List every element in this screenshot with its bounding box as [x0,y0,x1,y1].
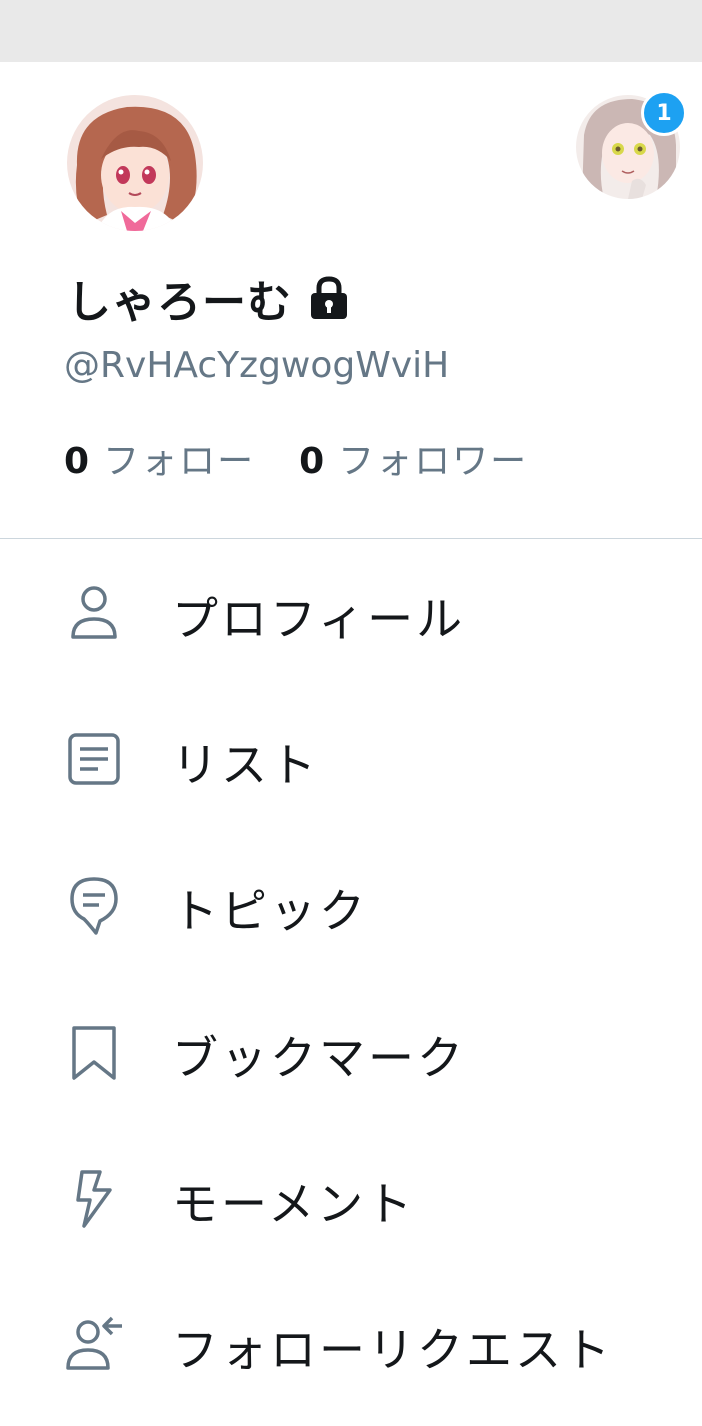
follow-counts: 0 フォロー 0 フォロワー [64,432,528,484]
menu-item-bookmarks[interactable]: ブックマーク [0,992,702,1112]
user-handle: @RvHAcYzgwogWviH [64,345,450,386]
display-name: しゃろーむ [67,277,292,328]
list-icon [68,733,120,785]
followers-label: フォロワー [338,441,529,482]
menu-item-topics[interactable]: トピック [0,845,702,965]
anime-girl-avatar-icon [67,95,203,231]
menu-item-profile[interactable]: プロフィール [0,553,702,673]
following-link[interactable]: 0 フォロー [64,432,255,484]
name-row: しゃろーむ [67,268,350,328]
notification-badge: 1 [641,90,687,136]
menu-label-topics: トピック [172,884,368,938]
bookmark-icon [72,1026,116,1080]
topic-bubble-icon [70,877,118,935]
followers-link[interactable]: 0 フォロワー [299,432,528,484]
menu-label-moments: モーメント [172,1177,416,1231]
lock-icon [311,276,347,319]
follow-request-icon [66,1316,122,1370]
followers-count: 0 [299,441,325,482]
menu-label-follow-requests: フォローリクエスト [172,1323,613,1377]
menu-label-profile: プロフィール [172,592,466,646]
following-count: 0 [64,441,90,482]
following-label: フォロー [103,441,256,482]
status-bar [0,0,702,62]
menu-item-follow-requests[interactable]: フォローリクエスト [0,1284,702,1404]
menu-label-lists: リスト [172,738,319,792]
profile-avatar[interactable] [67,95,203,231]
lightning-icon [76,1170,112,1228]
menu-item-lists[interactable]: リスト [0,699,702,819]
divider [0,538,702,539]
menu-item-moments[interactable]: モーメント [0,1138,702,1258]
menu-label-bookmarks: ブックマーク [172,1031,466,1085]
person-icon [71,586,117,639]
